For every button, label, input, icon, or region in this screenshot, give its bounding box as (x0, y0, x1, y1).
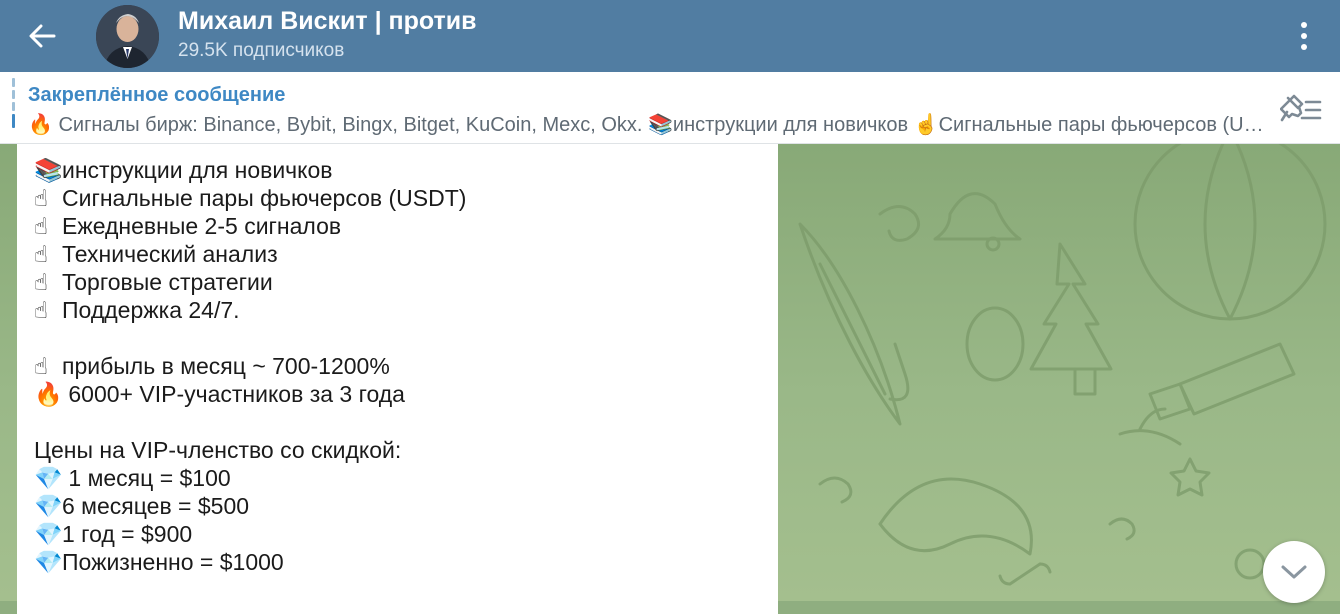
message-bubble: 📚инструкции для новичков ☝ Сигнальные пары… (17, 144, 778, 614)
pinned-indicator-segment (12, 78, 15, 87)
message-emoji-icon: ☝ (34, 298, 49, 324)
message-line: 📚инструкции для новичков (34, 156, 466, 184)
message-line-text: 1 месяц = $100 (62, 465, 231, 491)
pinned-message-bar[interactable]: Закреплённое сообщение 🔥 Сигналы бирж: B… (0, 72, 1340, 144)
message-line-text: прибыль в месяц ~ 700-1200% (62, 353, 390, 379)
message-line-text: Торговые стратегии (62, 269, 273, 295)
message-line (34, 324, 466, 352)
pinned-indicator-segment-active (12, 114, 15, 128)
message-line-text: Цены на VIP-членство со скидкой: (34, 437, 402, 463)
message-emoji-icon: 📚 (34, 158, 63, 184)
message-line-text: Технический анализ (62, 241, 278, 267)
message-emoji-icon: ☝ (34, 186, 49, 212)
message-emoji-icon: 💎 (34, 522, 63, 548)
channel-avatar[interactable] (96, 5, 159, 68)
message-emoji-icon: ☝ (34, 214, 49, 240)
message-line-text: Поддержка 24/7. (62, 297, 240, 323)
more-dot (1301, 44, 1307, 50)
message-emoji-icon: ☝ (34, 242, 49, 268)
pinned-indicator-segment (12, 90, 15, 99)
pinned-title: Закреплённое сообщение (28, 84, 286, 106)
message-emoji-icon: ☝ (34, 354, 49, 380)
message-emoji-icon: ☝ (34, 270, 49, 296)
message-text: 📚инструкции для новичков ☝ Сигнальные пары… (34, 156, 466, 576)
message-emoji-icon: 🔥 (34, 382, 63, 408)
back-button[interactable] (22, 18, 62, 54)
message-line: 🔥 6000+ VIP-участников за 3 года (34, 380, 466, 408)
message-line: 💎Пожизненно = $1000 (34, 548, 466, 576)
message-emoji-icon: 💎 (34, 550, 63, 576)
message-line: ☝ Ежедневные 2-5 сигналов (34, 212, 466, 240)
more-options-button[interactable] (1288, 18, 1320, 54)
subscriber-count: 29.5K подписчиков (178, 40, 345, 61)
pinned-indicator (12, 78, 15, 138)
pinned-indicator-segment (12, 102, 15, 111)
message-line: ☝ прибыль в месяц ~ 700-1200% (34, 352, 466, 380)
scroll-down-button[interactable] (1263, 541, 1325, 603)
more-dot (1301, 33, 1307, 39)
more-vertical-icon (1301, 22, 1307, 28)
pinned-list-button[interactable] (1279, 92, 1324, 126)
message-emoji-icon: 💎 (34, 466, 63, 492)
message-line: ☝ Технический анализ (34, 240, 466, 268)
message-line: 💎6 месяцев = $500 (34, 492, 466, 520)
pinned-preview-text: 🔥 Сигналы бирж: Binance, Bybit, Bingx, B… (28, 114, 1268, 136)
message-line: Цены на VIP-членство со скидкой: (34, 436, 466, 464)
message-line-text: 6 месяцев = $500 (62, 493, 250, 519)
message-line: 💎1 год = $900 (34, 520, 466, 548)
message-line-text: Сигнальные пары фьючерсов (USDT) (62, 185, 467, 211)
message-emoji-icon: 💎 (34, 494, 63, 520)
message-line: 💎 1 месяц = $100 (34, 464, 466, 492)
message-line-text: 1 год = $900 (62, 521, 193, 547)
message-line: ☝ Торговые стратегии (34, 268, 466, 296)
chat-header: Михаил Вискит | против 29.5K подписчиков (0, 0, 1340, 72)
message-line-text: 6000+ VIP-участников за 3 года (62, 381, 405, 407)
channel-title[interactable]: Михаил Вискит | против (178, 7, 477, 36)
message-line (34, 408, 466, 436)
message-line: ☝ Поддержка 24/7. (34, 296, 466, 324)
avatar-image (96, 5, 159, 68)
message-line-text: Ежедневные 2-5 сигналов (62, 213, 342, 239)
arrow-left-icon (29, 24, 56, 48)
message-line-text: инструкции для новичков (62, 157, 333, 183)
pin-list-icon (1279, 94, 1322, 122)
message-line-text: Пожизненно = $1000 (62, 549, 284, 575)
chevron-down-icon (1281, 565, 1307, 579)
message-line: ☝ Сигнальные пары фьючерсов (USDT) (34, 184, 466, 212)
